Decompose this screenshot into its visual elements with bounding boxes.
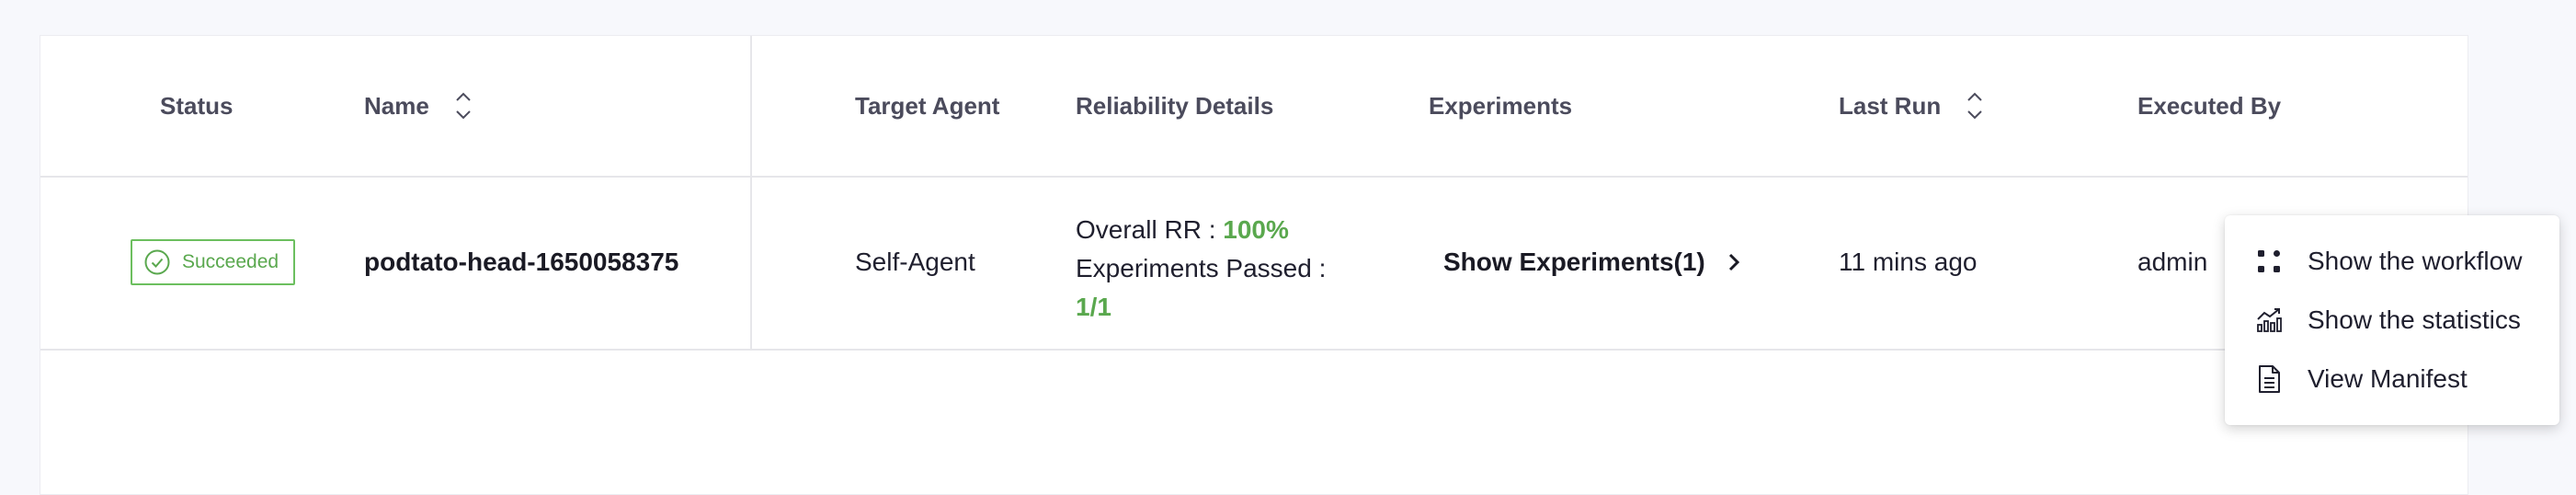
header-name-label: Name xyxy=(364,91,429,120)
executed-by-cell: admin xyxy=(2137,176,2207,349)
header-last-run: Last Run xyxy=(1839,36,1983,176)
overall-rr-label: Overall RR : xyxy=(1076,215,1224,244)
last-run-cell: 11 mins ago xyxy=(1839,176,1977,349)
header-experiments-label: Experiments xyxy=(1429,91,1573,120)
status-cell: Succeeded xyxy=(131,176,296,349)
last-run-value: 11 mins ago xyxy=(1839,248,1978,276)
sort-up-icon[interactable] xyxy=(455,92,472,101)
sort-down-icon[interactable] xyxy=(455,110,472,120)
manifest-icon xyxy=(2252,363,2285,396)
header-name: Name xyxy=(364,36,472,176)
column-divider xyxy=(750,36,752,349)
name-sort-control[interactable] xyxy=(455,92,472,120)
show-experiments-button[interactable]: Show Experiments(1) xyxy=(1443,248,1740,277)
header-reliability-details: Reliability Details xyxy=(1076,36,1273,176)
header-executed-by-label: Executed By xyxy=(2137,91,2282,120)
header-status: Status xyxy=(160,36,233,176)
target-agent-value: Self-Agent xyxy=(855,248,975,276)
header-status-label: Status xyxy=(160,91,234,120)
status-badge: Succeeded xyxy=(131,239,296,285)
check-circle-icon xyxy=(144,249,170,275)
target-agent-cell: Self-Agent xyxy=(855,176,975,349)
reliability-details-cell: Overall RR : 100% Experiments Passed : 1… xyxy=(1076,211,1326,327)
header-experiments: Experiments xyxy=(1429,36,1572,176)
header-last-run-label: Last Run xyxy=(1839,91,1942,120)
menu-item-show-workflow[interactable]: Show the workflow xyxy=(2225,232,2559,291)
menu-item-label: Show the workflow xyxy=(2308,247,2523,275)
show-experiments-label: Show Experiments(1) xyxy=(1443,248,1705,276)
row-options-menu: Show the workflow Show the statistics Vi… xyxy=(2225,215,2559,425)
executed-by-value: admin xyxy=(2137,248,2208,276)
table-row[interactable]: Succeeded podtato-head-1650058375 Self-A… xyxy=(40,176,2468,351)
menu-item-show-statistics[interactable]: Show the statistics xyxy=(2225,291,2559,350)
experiments-cell: Show Experiments(1) xyxy=(1443,176,1740,349)
header-target-agent: Target Agent xyxy=(855,36,999,176)
experiments-passed-value: 1/1 xyxy=(1076,293,1111,321)
header-reliability-details-label: Reliability Details xyxy=(1076,91,1274,120)
experiments-passed-label: Experiments Passed : xyxy=(1076,254,1327,282)
name-cell: podtato-head-1650058375 xyxy=(364,176,678,349)
statistics-icon xyxy=(2252,304,2285,337)
table-header-row: Status Name Target Agent Reliability Det… xyxy=(40,36,2468,178)
workflow-icon xyxy=(2252,245,2285,278)
menu-item-view-manifest[interactable]: View Manifest xyxy=(2225,350,2559,409)
menu-item-label: Show the statistics xyxy=(2308,305,2521,334)
header-executed-by: Executed By xyxy=(2137,36,2281,176)
last-run-sort-control[interactable] xyxy=(1966,92,1983,120)
workflow-name: podtato-head-1650058375 xyxy=(364,248,679,276)
header-target-agent-label: Target Agent xyxy=(855,91,1000,120)
status-badge-label: Succeeded xyxy=(182,251,279,272)
overall-rr-value: 100% xyxy=(1223,215,1289,244)
sort-down-icon[interactable] xyxy=(1966,110,1983,120)
menu-item-label: View Manifest xyxy=(2308,364,2468,393)
overall-rr-line: Overall RR : 100% xyxy=(1076,211,1326,249)
workflow-runs-table: Status Name Target Agent Reliability Det… xyxy=(40,35,2468,495)
chevron-right-icon xyxy=(1728,253,1739,271)
sort-up-icon[interactable] xyxy=(1966,92,1983,101)
